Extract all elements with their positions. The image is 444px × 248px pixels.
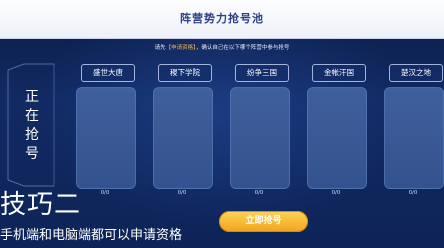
grabbing-status-vertical: 正 在 抢 号 — [18, 88, 46, 164]
camp-card-jixia[interactable] — [153, 87, 213, 189]
grab-now-button[interactable]: 立即抢号 — [219, 211, 308, 232]
camp-card-chuhan[interactable] — [384, 87, 444, 189]
camp-count-chuhan: 0/0 — [408, 190, 418, 196]
status-char: 号 — [25, 146, 39, 162]
camp-count-tang: 0/0 — [100, 190, 110, 196]
camp-count-khanate: 0/0 — [331, 190, 341, 196]
notice-suffix: ，确认自己在以下哪个阵营中参与抢号 — [195, 45, 290, 51]
header-bar: 阵营势力抢号池 — [0, 0, 444, 39]
camp-card-khanate[interactable] — [307, 87, 367, 189]
caption-title: 技巧二 — [0, 190, 82, 220]
status-char: 在 — [25, 108, 39, 124]
caption-subtitle: 手机端和电脑端都可以申请资格 — [0, 228, 183, 243]
camp-label-jixia[interactable]: 稷下学院 — [158, 64, 212, 82]
camp-count-jixia: 0/0 — [177, 190, 187, 196]
notice-prefix: 请先 — [154, 45, 166, 51]
apply-qualification-link[interactable]: 【申请资格】 — [166, 45, 196, 51]
status-char: 抢 — [25, 127, 39, 143]
instruction-notice: 请先【申请资格】，确认自己在以下哪个阵营中参与抢号 — [0, 43, 444, 51]
camp-label-sanguo[interactable]: 纷争三国 — [235, 64, 289, 82]
camp-count-sanguo: 0/0 — [254, 190, 264, 196]
page-title: 阵营势力抢号池 — [180, 12, 264, 25]
camp-card-tang[interactable] — [76, 87, 136, 189]
status-char: 正 — [25, 89, 39, 105]
camp-label-chuhan[interactable]: 楚汉之地 — [389, 64, 443, 82]
camp-card-sanguo[interactable] — [230, 87, 290, 189]
camp-label-tang[interactable]: 盛世大唐 — [81, 64, 135, 82]
camp-label-khanate[interactable]: 金帐汗国 — [312, 64, 366, 82]
